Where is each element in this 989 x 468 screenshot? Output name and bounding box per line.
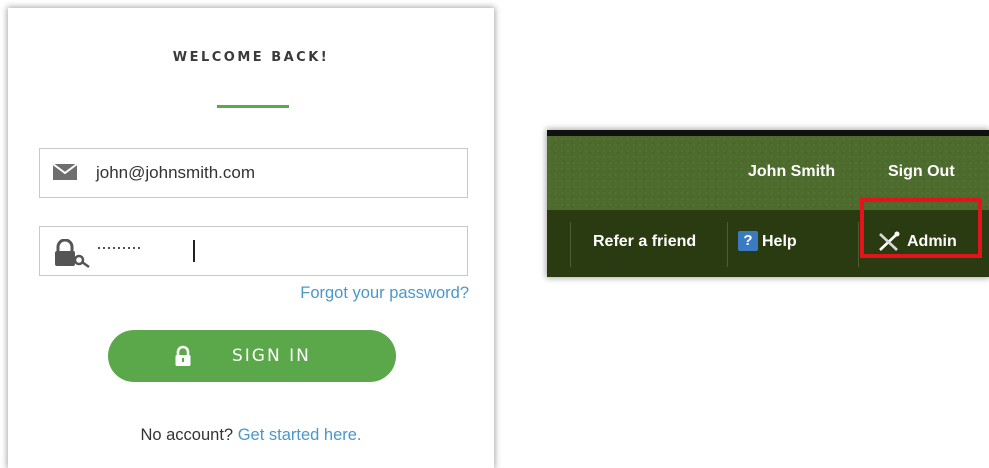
sign-out-link[interactable]: Sign Out (888, 163, 955, 181)
nav-separator (570, 222, 571, 267)
login-card: WELCOME BACK! john@johnsmith.com ·······… (8, 8, 494, 468)
no-account-text: No account? Get started here. (8, 426, 494, 445)
welcome-heading: WELCOME BACK! (172, 50, 330, 65)
password-field[interactable]: ········· (39, 226, 468, 276)
site-header: John Smith Sign Out Refer a friend ? Hel… (547, 130, 989, 277)
sign-in-label: SIGN IN (232, 346, 311, 366)
email-value: john@johnsmith.com (96, 163, 255, 182)
email-field[interactable]: john@johnsmith.com (39, 148, 468, 198)
nav-separator (858, 222, 859, 267)
password-mask: ········· (96, 237, 142, 257)
user-name-link[interactable]: John Smith (748, 163, 835, 181)
nav-separator (727, 222, 728, 267)
refer-friend-link[interactable]: Refer a friend (593, 233, 696, 251)
lock-key-icon (52, 238, 92, 274)
no-account-label: No account? (140, 426, 234, 444)
forgot-password-link[interactable]: Forgot your password? (300, 284, 469, 303)
text-caret (193, 240, 195, 262)
envelope-icon (52, 161, 78, 188)
lock-icon (174, 345, 192, 370)
sign-in-button[interactable]: SIGN IN (108, 330, 396, 382)
get-started-link[interactable]: Get started here. (238, 426, 362, 444)
help-icon: ? (738, 231, 758, 251)
accent-divider (217, 105, 289, 108)
help-link[interactable]: Help (762, 233, 797, 251)
admin-highlight-box (860, 198, 982, 258)
